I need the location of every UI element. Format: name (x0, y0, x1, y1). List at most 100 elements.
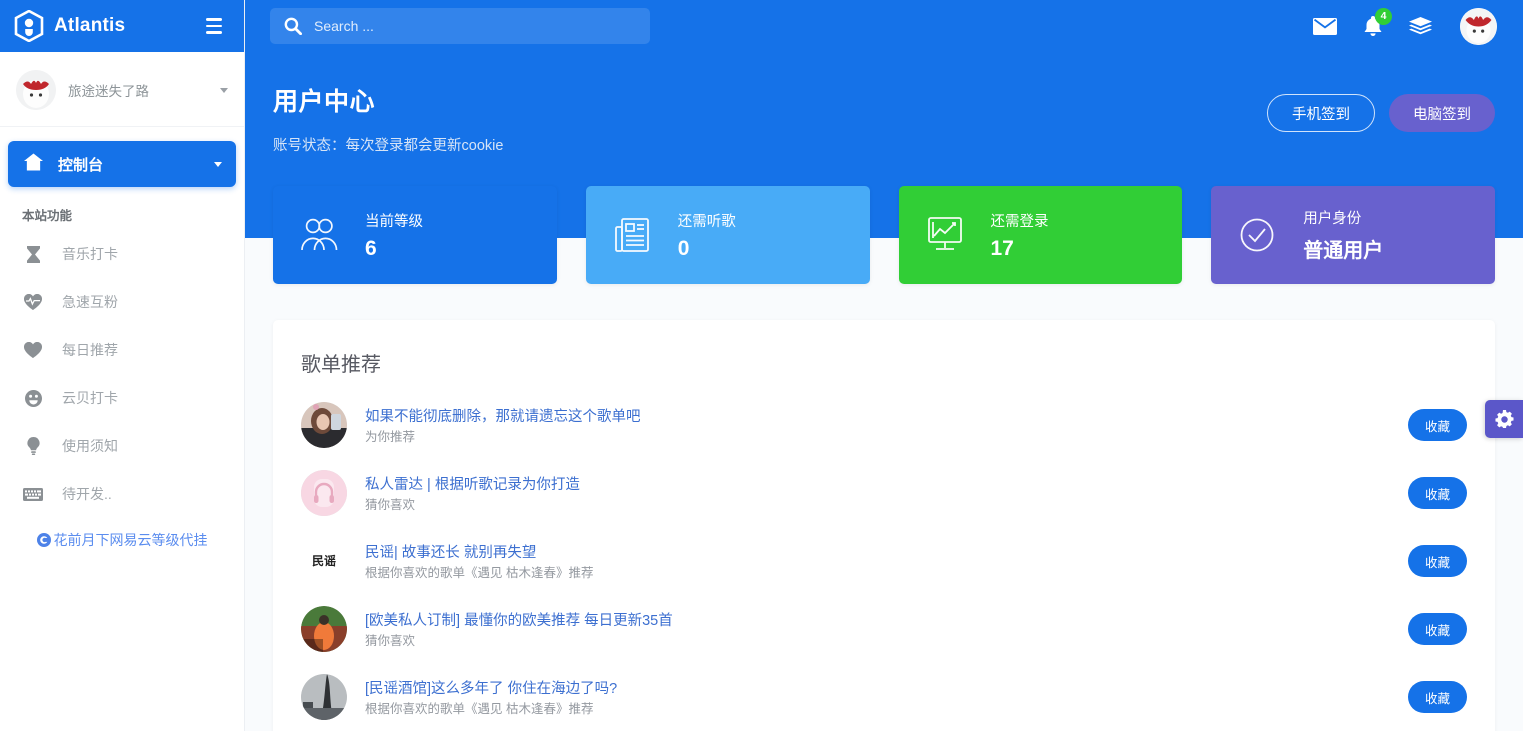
stat-card-listen-remaining[interactable]: 还需听歌 0 (586, 186, 870, 284)
stat-card-label: 当前等级 (365, 210, 423, 231)
chevron-down-icon[interactable] (220, 88, 228, 93)
layers-icon[interactable] (1409, 17, 1432, 36)
collect-button[interactable]: 收藏 (1408, 613, 1467, 645)
svg-text:民谣: 民谣 (312, 553, 336, 568)
user-avatar (16, 70, 56, 110)
stat-card-label: 用户身份 (1303, 207, 1383, 228)
playlist-name[interactable]: [欧美私人订制] 最懂你的欧美推荐 每日更新35首 (365, 609, 1390, 630)
sidebar-section-label: 本站功能 (0, 191, 244, 230)
mail-icon[interactable] (1313, 18, 1337, 35)
stat-card-value: 普通用户 (1303, 234, 1383, 263)
bell-icon[interactable]: 4 (1363, 16, 1383, 37)
playlist-name[interactable]: 私人雷达 | 根据听歌记录为你打造 (365, 473, 1390, 494)
chart-monitor-icon (921, 216, 969, 254)
users-icon (295, 215, 343, 255)
content-scroll: 用户中心 账号状态：每次登录都会更新cookie 手机签到 电脑签到 (245, 52, 1523, 731)
lightbulb-icon (22, 437, 44, 455)
brand-name: Atlantis (54, 15, 125, 37)
playlist-desc: 根据你喜欢的歌单《遇见 枯木逢春》推荐 (365, 566, 593, 580)
stat-card-value: 6 (365, 237, 423, 261)
playlist-desc: 猜你喜欢 (365, 498, 415, 512)
sidebar-user-name: 旅途迷失了路 (68, 80, 208, 100)
sidebar-item-todo[interactable]: 待开发.. (0, 470, 244, 518)
banner-actions: 手机签到 电脑签到 (1267, 82, 1495, 132)
sidebar-item-label: 急速互粉 (62, 292, 118, 312)
stat-card-label: 还需听歌 (678, 210, 736, 231)
gear-icon (1495, 410, 1514, 429)
keyboard-icon (22, 488, 44, 501)
collect-button[interactable]: 收藏 (1408, 545, 1467, 577)
list-item[interactable]: 民谣 民谣| 故事还长 就别再失望 根据你喜欢的歌单《遇见 枯木逢春》推荐 收藏 (301, 527, 1467, 595)
sidebar-external-link-label: 花前月下网易云等级代挂 (54, 530, 208, 550)
playlist-cover-bw (301, 674, 347, 720)
hourglass-icon (22, 246, 44, 263)
sidebar-item-label: 音乐打卡 (62, 244, 118, 264)
hamburger-menu-icon[interactable] (206, 18, 230, 34)
sidebar-item-dashboard-label: 控制台 (58, 154, 200, 175)
account-status-text: 账号状态：每次登录都会更新cookie (273, 134, 503, 155)
home-icon (22, 153, 44, 176)
sidebar-logo-bar: Atlantis (0, 0, 244, 52)
collect-button[interactable]: 收藏 (1408, 477, 1467, 509)
smiley-icon (22, 390, 44, 407)
sidebar: Atlantis 旅途迷失了路 控制台 (0, 0, 245, 731)
list-item[interactable]: [欧美私人订制] 最懂你的欧美推荐 每日更新35首 猜你喜欢 收藏 (301, 595, 1467, 663)
playlist-desc: 猜你喜欢 (365, 634, 415, 648)
sidebar-item-label: 使用须知 (62, 436, 118, 456)
search-box[interactable] (270, 8, 650, 44)
settings-tab-button[interactable] (1485, 400, 1523, 438)
playlist-cover-headphones (301, 470, 347, 516)
search-icon (284, 17, 302, 35)
sidebar-user-block[interactable]: 旅途迷失了路 (0, 52, 244, 127)
stat-card-label: 还需登录 (991, 210, 1049, 231)
page-title: 用户中心 (273, 82, 503, 118)
stat-card-group: 当前等级 6 (273, 186, 1495, 284)
playlist-desc: 为你推荐 (365, 430, 415, 444)
list-item[interactable]: [民谣酒馆]这么多年了 你住在海边了吗? 根据你喜欢的歌单《遇见 枯木逢春》推荐… (301, 663, 1467, 731)
stat-card-value: 17 (991, 237, 1049, 261)
sidebar-item-daily-recommend[interactable]: 每日推荐 (0, 326, 244, 374)
main-area: 4 (245, 0, 1523, 731)
panel-title: 歌单推荐 (301, 342, 1467, 391)
avatar[interactable] (1460, 8, 1497, 45)
heart-icon (22, 342, 44, 358)
sidebar-item-cloudbei-checkin[interactable]: 云贝打卡 (0, 374, 244, 422)
sidebar-item-label: 云贝打卡 (62, 388, 118, 408)
playlist-cover-minyao: 民谣 (301, 538, 347, 584)
stat-card-login-remaining[interactable]: 还需登录 17 (899, 186, 1183, 284)
search-input[interactable] (314, 18, 638, 34)
hexagon-logo-icon (14, 10, 44, 42)
check-circle-icon (1233, 215, 1281, 255)
chrome-circle-icon (37, 533, 51, 547)
playlist-recommend-panel: 歌单推荐 (273, 320, 1495, 731)
notification-badge: 4 (1375, 8, 1392, 25)
playlist-cover-orange (301, 606, 347, 652)
list-item[interactable]: 如果不能彻底删除，那就请遗忘这个歌单吧 为你推荐 收藏 (301, 391, 1467, 459)
sidebar-item-music-checkin[interactable]: 音乐打卡 (0, 230, 244, 278)
topbar-icon-group: 4 (1313, 8, 1501, 45)
sidebar-item-fast-follow[interactable]: 急速互粉 (0, 278, 244, 326)
app-root: Atlantis 旅途迷失了路 控制台 (0, 0, 1523, 731)
sidebar-external-link[interactable]: 花前月下网易云等级代挂 (0, 518, 244, 550)
heartbeat-icon (22, 294, 44, 310)
collect-button[interactable]: 收藏 (1408, 681, 1467, 713)
stat-card-value: 0 (678, 237, 736, 261)
playlist-desc: 根据你喜欢的歌单《遇见 枯木逢春》推荐 (365, 702, 593, 716)
sidebar-item-dashboard[interactable]: 控制台 (8, 141, 236, 187)
playlist-name[interactable]: 如果不能彻底删除，那就请遗忘这个歌单吧 (365, 405, 1390, 426)
topbar: 4 (245, 0, 1523, 52)
sidebar-item-label: 待开发.. (62, 484, 112, 504)
stat-card-user-identity[interactable]: 用户身份 普通用户 (1211, 186, 1495, 284)
collect-button[interactable]: 收藏 (1408, 409, 1467, 441)
mobile-signin-button[interactable]: 手机签到 (1267, 94, 1375, 132)
sidebar-item-usage-notes[interactable]: 使用须知 (0, 422, 244, 470)
list-item[interactable]: 私人雷达 | 根据听歌记录为你打造 猜你喜欢 收藏 (301, 459, 1467, 527)
sidebar-item-label: 每日推荐 (62, 340, 118, 360)
playlist-name[interactable]: 民谣| 故事还长 就别再失望 (365, 541, 1390, 562)
stat-card-level[interactable]: 当前等级 6 (273, 186, 557, 284)
pc-signin-button[interactable]: 电脑签到 (1389, 94, 1495, 132)
chevron-down-icon (214, 162, 222, 167)
playlist-name[interactable]: [民谣酒馆]这么多年了 你住在海边了吗? (365, 677, 1390, 698)
playlist-cover-girl (301, 402, 347, 448)
brand-logo[interactable]: Atlantis (14, 10, 125, 42)
